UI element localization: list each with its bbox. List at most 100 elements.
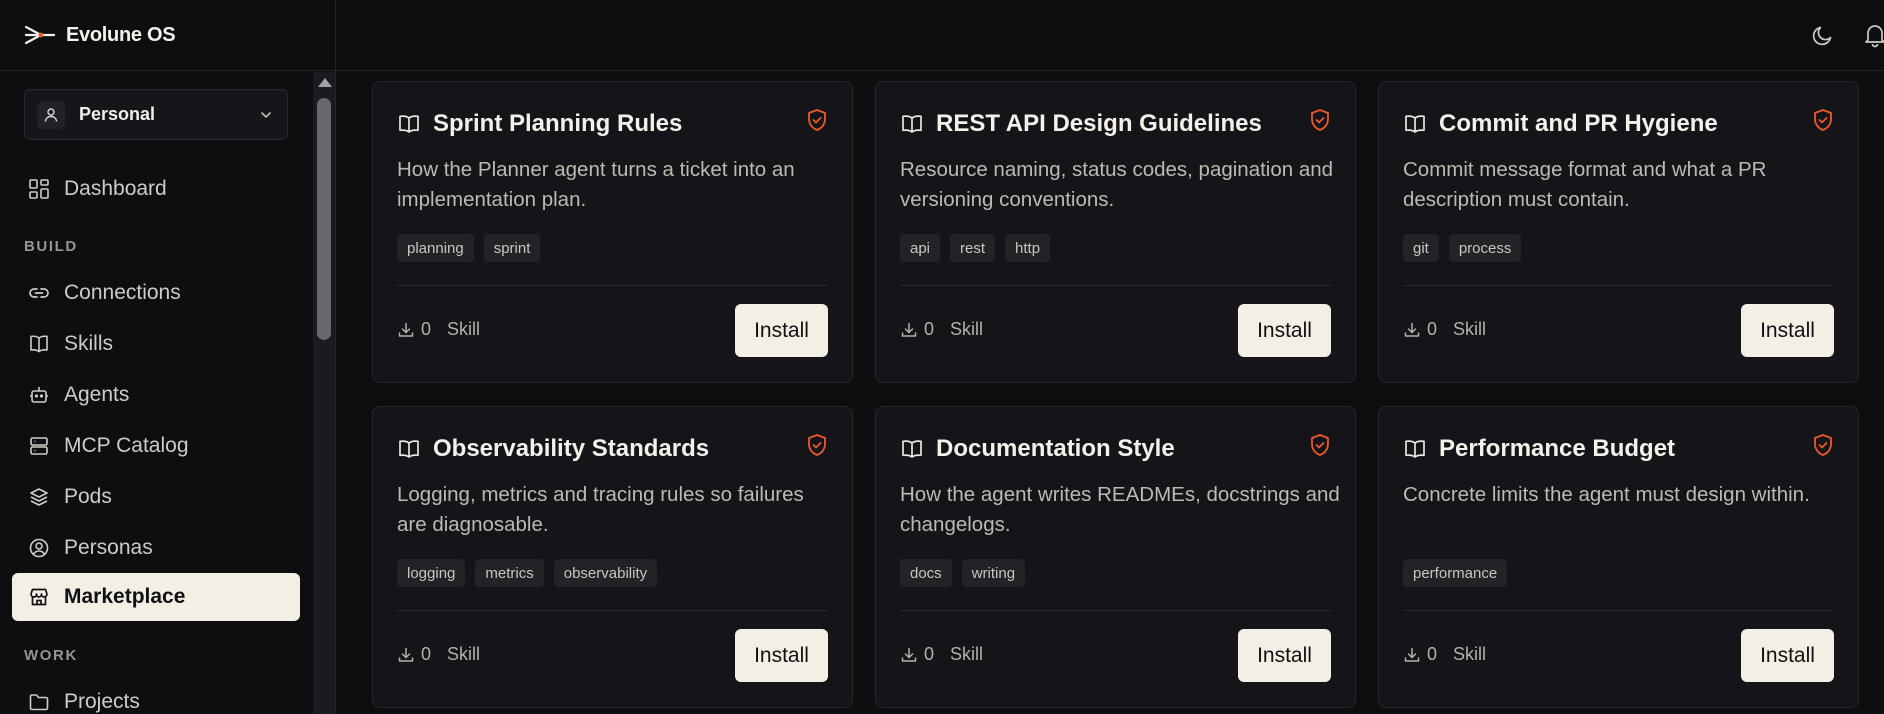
card-meta: 0 Skill xyxy=(397,319,480,340)
download-icon xyxy=(901,647,917,662)
sidebar-item-projects[interactable]: Projects xyxy=(12,678,300,714)
scroll-up-arrow-icon[interactable] xyxy=(318,78,332,87)
install-button[interactable]: Install xyxy=(735,304,828,357)
card-title[interactable]: REST API Design Guidelines xyxy=(936,110,1262,138)
tag-chip[interactable]: api xyxy=(900,234,941,262)
tag-chip[interactable]: process xyxy=(1448,234,1522,262)
download-icon xyxy=(398,647,414,662)
book-icon xyxy=(30,335,48,353)
shield-check-icon xyxy=(808,109,826,131)
sidebar-item-connections[interactable]: Connections xyxy=(12,269,300,317)
tag-chip[interactable]: writing xyxy=(961,559,1026,587)
tag-chip[interactable]: git xyxy=(1403,234,1439,262)
sidebar-item-label: Skills xyxy=(64,332,114,355)
tag-chip[interactable]: observability xyxy=(553,559,658,587)
section-label-build: BUILD xyxy=(24,238,78,255)
sidebar-item-pods[interactable]: Pods xyxy=(12,473,300,521)
tag-list: planning sprint xyxy=(397,234,541,262)
sidebar-scrollbar[interactable] xyxy=(313,72,335,714)
moon-icon[interactable] xyxy=(1810,22,1836,48)
workspace-switcher[interactable]: Personal xyxy=(24,89,288,140)
divider xyxy=(900,285,1331,286)
sidebar-nav: Personal Dashboard BUILD Connections Ski… xyxy=(0,72,312,714)
skill-card: Commit and PR Hygiene Commit message for… xyxy=(1378,81,1859,383)
brand[interactable]: Evolune OS xyxy=(0,0,335,71)
card-description: Commit message format and what a PR desc… xyxy=(1403,158,1767,211)
tag-list: performance xyxy=(1403,559,1508,587)
divider xyxy=(900,610,1331,611)
book-icon xyxy=(399,115,419,133)
app-window: Evolune OS Personal Dashboard BUILD Conn… xyxy=(0,0,1884,714)
tag-list: git process xyxy=(1403,234,1522,262)
card-description: Concrete limits the agent must design wi… xyxy=(1403,483,1810,506)
card-header: Performance Budget xyxy=(1403,435,1675,463)
tag-chip[interactable]: http xyxy=(1005,234,1051,262)
sidebar-item-marketplace[interactable]: Marketplace xyxy=(12,573,300,621)
shield-check-icon xyxy=(808,434,826,456)
download-icon xyxy=(1404,322,1420,337)
skill-card: Documentation Style How the agent writes… xyxy=(875,406,1356,708)
shield-check-icon xyxy=(1814,434,1832,456)
bell-icon[interactable] xyxy=(1862,22,1884,48)
sidebar-item-skills[interactable]: Skills xyxy=(12,320,300,368)
shield-check-icon xyxy=(1311,434,1329,456)
app-name: Evolune OS xyxy=(66,23,176,46)
card-meta: 0 Skill xyxy=(1403,644,1486,665)
sidebar-item-agents[interactable]: Agents xyxy=(12,371,300,419)
section-label-work: WORK xyxy=(24,647,78,664)
item-type: Skill xyxy=(1453,644,1487,664)
card-description: Resource naming, status codes, paginatio… xyxy=(900,158,1334,211)
card-header: Sprint Planning Rules xyxy=(397,110,682,138)
divider xyxy=(397,285,828,286)
tag-chip[interactable]: performance xyxy=(1403,559,1508,587)
server-icon xyxy=(30,437,48,455)
download-icon xyxy=(901,322,917,337)
tag-chip[interactable]: planning xyxy=(397,234,474,262)
book-icon xyxy=(902,440,922,458)
download-icon xyxy=(1404,647,1420,662)
install-button[interactable]: Install xyxy=(1741,629,1834,682)
sidebar-item-label: Personas xyxy=(64,536,153,559)
install-button[interactable]: Install xyxy=(1741,304,1834,357)
download-icon xyxy=(398,322,414,337)
tag-list: api rest http xyxy=(900,234,1051,262)
tag-chip[interactable]: logging xyxy=(397,559,466,587)
folder-icon xyxy=(29,694,49,711)
user-circle-icon xyxy=(29,538,49,558)
sidebar-item-mcp-catalog[interactable]: MCP Catalog xyxy=(12,422,300,470)
book-icon xyxy=(902,115,922,133)
item-type: Skill xyxy=(950,319,984,339)
skill-card: Performance Budget Concrete limits the a… xyxy=(1378,406,1859,708)
install-button[interactable]: Install xyxy=(735,629,828,682)
user-icon xyxy=(37,100,65,129)
tag-chip[interactable]: docs xyxy=(900,559,952,587)
sidebar-item-dashboard[interactable]: Dashboard xyxy=(12,165,300,213)
scroll-thumb[interactable] xyxy=(317,98,331,340)
skill-card: Observability Standards Logging, metrics… xyxy=(372,406,853,708)
sidebar-item-personas[interactable]: Personas xyxy=(12,524,300,572)
card-title[interactable]: Sprint Planning Rules xyxy=(433,110,682,138)
sidebar-item-label: Connections xyxy=(64,281,181,304)
sidebar-item-label: Agents xyxy=(64,383,130,406)
card-header: Documentation Style xyxy=(900,435,1175,463)
install-button[interactable]: Install xyxy=(1238,304,1331,357)
sidebar-item-label: Pods xyxy=(64,485,112,508)
card-header: Observability Standards xyxy=(397,435,709,463)
card-title[interactable]: Commit and PR Hygiene xyxy=(1439,110,1718,138)
card-title[interactable]: Performance Budget xyxy=(1439,435,1675,463)
card-title[interactable]: Observability Standards xyxy=(433,435,709,463)
card-title[interactable]: Documentation Style xyxy=(936,435,1175,463)
card-header: REST API Design Guidelines xyxy=(900,110,1262,138)
tag-chip[interactable]: sprint xyxy=(483,234,541,262)
skill-card: REST API Design Guidelines Resource nami… xyxy=(875,81,1356,383)
sidebar-item-label: Projects xyxy=(64,690,140,713)
tag-list: logging metrics observability xyxy=(397,559,658,587)
layers-icon xyxy=(30,488,48,506)
sidebar-item-label: Dashboard xyxy=(64,177,167,200)
logo-icon xyxy=(24,25,56,45)
card-description: Logging, metrics and tracing rules so fa… xyxy=(397,483,804,536)
install-button[interactable]: Install xyxy=(1238,629,1331,682)
tag-chip[interactable]: rest xyxy=(950,234,996,262)
tag-list: docs writing xyxy=(900,559,1026,587)
tag-chip[interactable]: metrics xyxy=(475,559,544,587)
